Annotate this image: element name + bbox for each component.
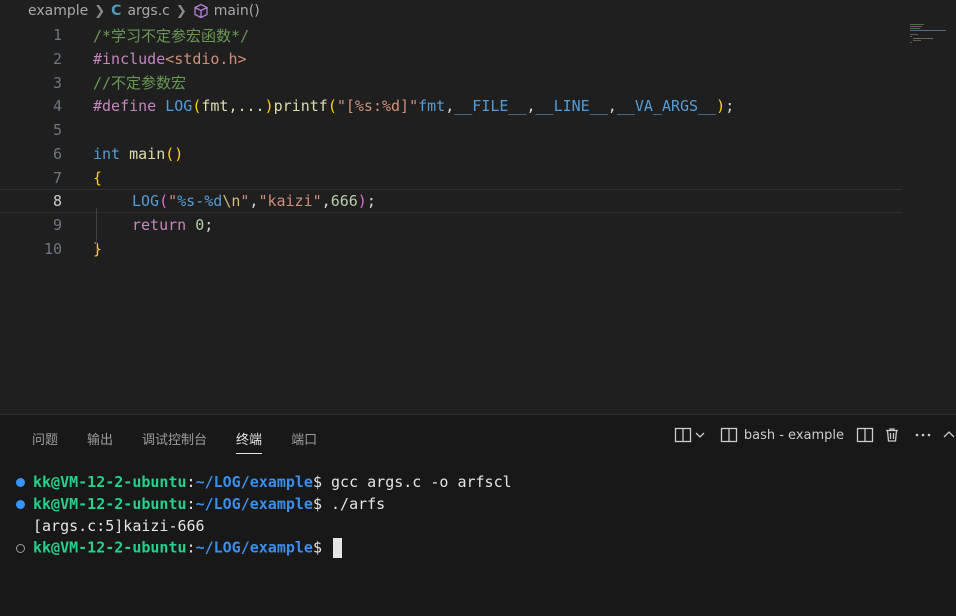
code-line[interactable]: 1 /*学习不定参宏函数*/	[0, 24, 902, 48]
chevron-up-icon	[943, 431, 955, 438]
new-terminal-layout-button[interactable]	[674, 427, 706, 443]
tab-output[interactable]: 输出	[87, 429, 113, 454]
code-bracket: ()	[165, 144, 184, 163]
ellipsis-icon	[915, 433, 931, 437]
bottom-panel: 问题 输出 调试控制台 终端 端口 bash - example kk@VM-1…	[0, 414, 956, 616]
indent-guide	[96, 208, 97, 252]
split-terminal-button[interactable]	[856, 427, 874, 443]
code-bracket: (	[327, 97, 337, 116]
breadcrumb-symbol-label: main()	[213, 3, 260, 19]
line-number: 6	[52, 144, 62, 163]
command-success-dot-icon[interactable]	[16, 500, 25, 509]
code-keyword: return	[132, 215, 187, 234]
split-layout-icon	[674, 427, 692, 443]
code-editor[interactable]: 1 /*学习不定参宏函数*/ 2 #include<stdio.h> 3 //不…	[0, 22, 956, 414]
line-number: 9	[52, 215, 62, 234]
code-line-current[interactable]: 8 LOG("%s-%d\n","kaizi",666);	[0, 189, 902, 214]
code-bracket: )	[264, 97, 274, 116]
line-number: 4	[52, 97, 62, 116]
terminal-command: gcc args.c -o arfscl	[331, 473, 512, 491]
code-line[interactable]: 3 //不定参数宏	[0, 71, 902, 95]
line-number: 10	[43, 239, 62, 258]
code-function: printf	[273, 97, 328, 116]
maximize-panel-button[interactable]	[942, 427, 956, 443]
tab-debug-console[interactable]: 调试控制台	[142, 429, 207, 454]
terminal-program-output: [args.c:5]kaizi-666	[33, 517, 205, 535]
code-number: 666	[330, 192, 358, 211]
code-include-path: <stdio.h>	[165, 50, 247, 69]
line-number: 3	[52, 73, 62, 92]
method-cube-icon	[193, 3, 209, 19]
terminal-cursor	[333, 538, 343, 558]
code-identifier: fmt	[418, 97, 446, 116]
line-number: 7	[52, 168, 62, 187]
kill-terminal-button[interactable]	[884, 427, 900, 443]
code-macro: __FILE__	[454, 97, 527, 116]
code-string: "kaizi"	[258, 192, 322, 211]
tab-problems[interactable]: 问题	[32, 429, 58, 454]
code-bracket: (	[159, 192, 169, 211]
breadcrumb: example ❯ C args.c ❯ main()	[0, 0, 956, 22]
tab-ports[interactable]: 端口	[291, 429, 317, 454]
prompt-path: ~/LOG/example	[195, 495, 313, 513]
code-macro-name: LOG	[165, 97, 193, 116]
code-line[interactable]: 9 return 0;	[0, 213, 902, 237]
chevron-right-icon: ❯	[94, 3, 106, 19]
code-line[interactable]: 6 int main()	[0, 142, 902, 166]
code-format-spec: %s-%d	[177, 192, 223, 211]
panel-tabs: 问题 输出 调试控制台 终端 端口	[32, 429, 346, 454]
breadcrumb-folder[interactable]: example	[28, 3, 88, 19]
code-comment: /*学习不定参宏函数*/	[93, 26, 250, 45]
code-function: main	[129, 144, 166, 163]
code-comment: //不定参数宏	[93, 74, 187, 93]
code-macro: __VA_ARGS__	[616, 97, 717, 116]
code-line[interactable]: 7 {	[0, 166, 902, 190]
code-line[interactable]: 10 }	[0, 237, 902, 261]
code-macro: __LINE__	[535, 97, 608, 116]
code-bracket: )	[716, 97, 726, 116]
breadcrumb-file-label: args.c	[127, 3, 170, 19]
code-params: fmt,...	[201, 97, 265, 116]
code-line[interactable]: 5	[0, 118, 902, 142]
split-icon	[856, 427, 874, 443]
command-pending-dot-icon[interactable]	[16, 544, 25, 553]
chevron-right-icon: ❯	[175, 3, 187, 19]
code-directive: #include	[93, 50, 166, 69]
c-file-icon: C	[111, 3, 122, 19]
breadcrumb-symbol[interactable]: main()	[193, 3, 260, 19]
code-number: 0	[195, 215, 205, 234]
prompt-user: kk@VM-12-2-ubuntu	[33, 495, 187, 513]
terminal-instance[interactable]: bash - example	[720, 427, 844, 443]
code-string: "[%s:%d]"	[336, 97, 419, 116]
code-brace: }	[93, 239, 103, 258]
prompt-user: kk@VM-12-2-ubuntu	[33, 473, 187, 491]
prompt-user: kk@VM-12-2-ubuntu	[33, 538, 187, 557]
panel-actions: bash - example	[664, 427, 956, 443]
line-number: 8	[52, 192, 62, 211]
line-number: 1	[52, 26, 62, 45]
code-escape: \n	[222, 192, 241, 211]
code-macro-call: LOG	[132, 192, 160, 211]
terminal-name: bash - example	[743, 427, 844, 443]
terminal-command: ./arfs	[331, 495, 386, 513]
code-line[interactable]: 4 #define LOG(fmt,...)printf("[%s:%d]"fm…	[0, 95, 902, 119]
line-number: 2	[52, 50, 62, 69]
prompt-path: ~/LOG/example	[195, 538, 313, 557]
breadcrumb-file[interactable]: C args.c	[111, 3, 170, 19]
chevron-down-icon	[695, 432, 705, 438]
minimap[interactable]	[910, 22, 950, 52]
more-actions-button[interactable]	[914, 427, 932, 443]
code-bracket: )	[357, 192, 367, 211]
tab-terminal[interactable]: 终端	[236, 429, 263, 454]
terminal-split-icon	[720, 427, 738, 443]
code-line[interactable]: 2 #include<stdio.h>	[0, 47, 902, 71]
code-keyword: int	[93, 144, 121, 163]
code-brace: {	[93, 168, 103, 187]
code-directive: #define	[93, 97, 157, 116]
line-number: 5	[52, 121, 62, 140]
trash-icon	[886, 428, 898, 442]
prompt-path: ~/LOG/example	[195, 473, 313, 491]
command-success-dot-icon[interactable]	[16, 478, 25, 487]
